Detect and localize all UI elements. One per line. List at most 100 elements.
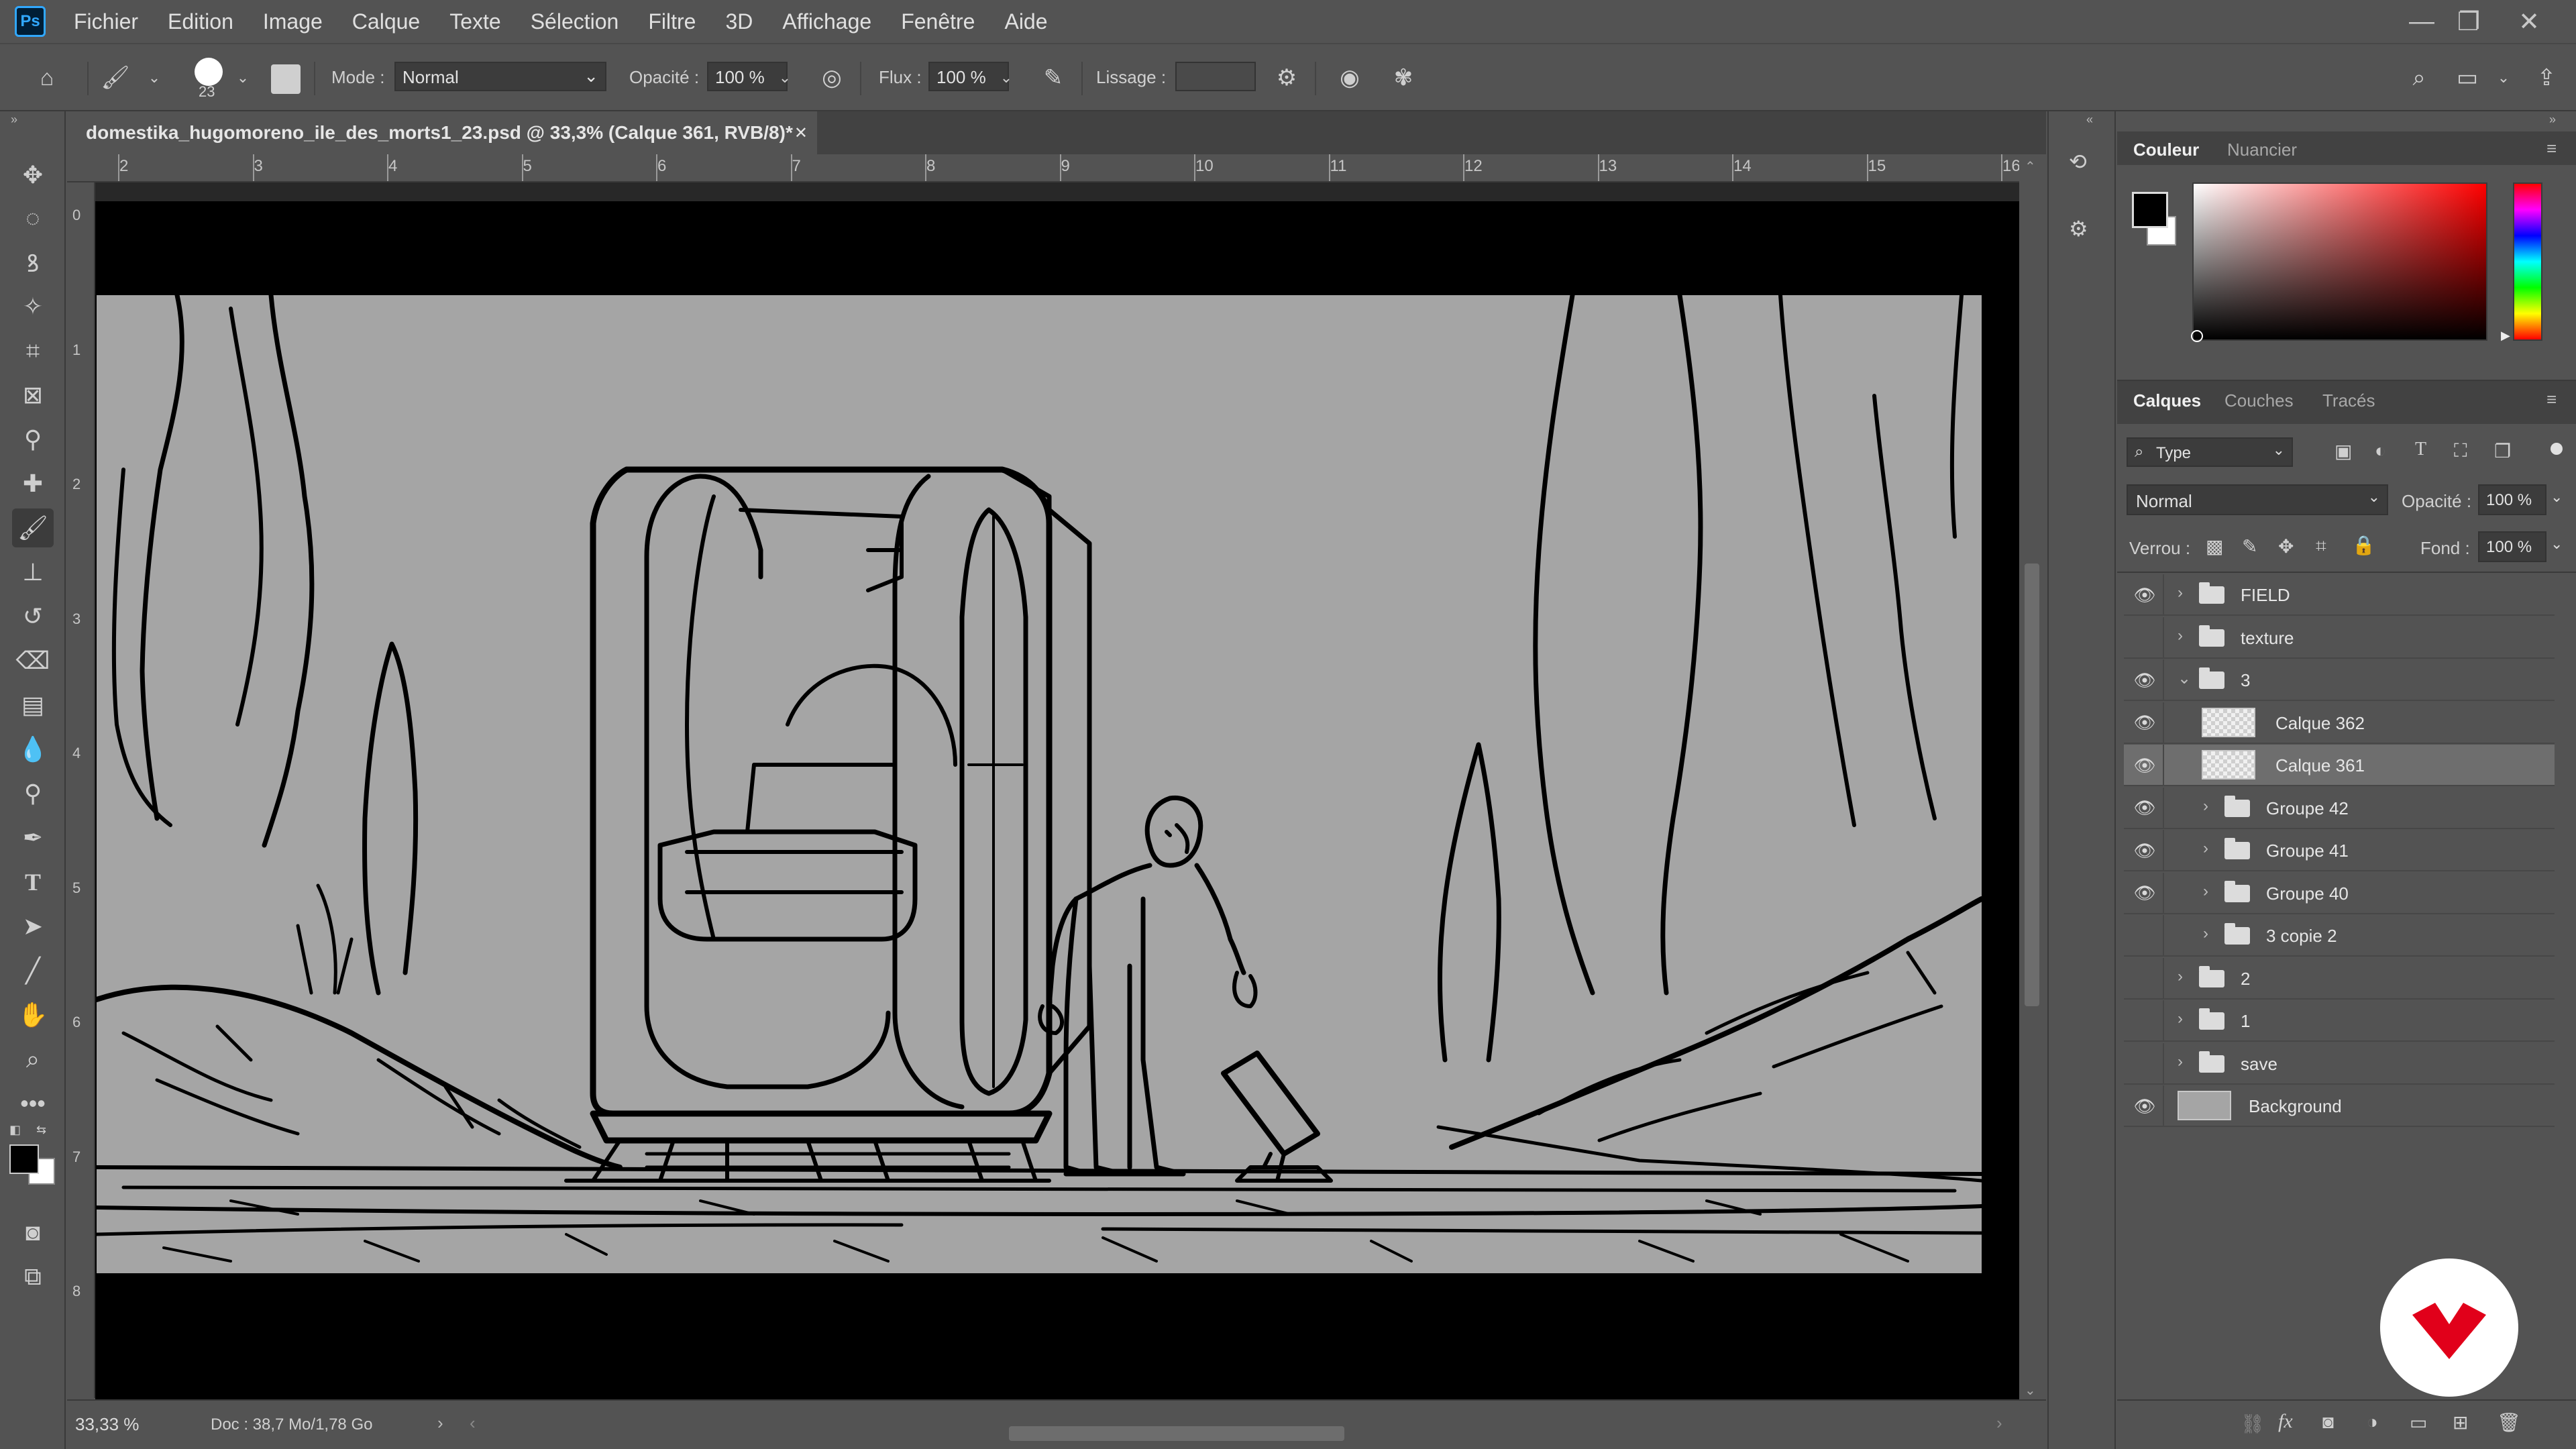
menu-selection[interactable]: Sélection xyxy=(531,9,619,34)
eye-icon[interactable]: 👁 xyxy=(2133,584,2156,606)
panel-menu-icon[interactable]: ≡ xyxy=(2546,138,2557,159)
clone-stamp-tool-icon[interactable]: ⊥ xyxy=(12,553,54,592)
filter-smart-object-icon[interactable]: ❐ xyxy=(2494,440,2511,462)
eye-icon[interactable]: 👁 xyxy=(2133,1095,2156,1118)
menu-image[interactable]: Image xyxy=(263,9,323,34)
pressure-size-icon[interactable]: ◉ xyxy=(1332,60,1367,95)
status-menu-arrow-icon[interactable]: › xyxy=(437,1413,443,1434)
hidden-eye-placeholder[interactable] xyxy=(2133,1010,2156,1032)
fx-icon[interactable]: fx xyxy=(2278,1410,2293,1433)
blend-mode-select[interactable]: Normal ⌄ xyxy=(2127,484,2388,515)
layer-row[interactable]: 👁 › FIELD xyxy=(2124,574,2555,616)
chevron-down-icon[interactable]: ⌄ xyxy=(771,60,798,95)
chevron-right-icon[interactable]: › xyxy=(2203,924,2208,943)
layer-row[interactable]: 👁 › Groupe 40 xyxy=(2124,872,2555,914)
add-mask-icon[interactable]: ◙ xyxy=(2322,1411,2334,1433)
eraser-tool-icon[interactable]: ⌫ xyxy=(12,641,54,680)
scroll-right-arrow-icon[interactable]: › xyxy=(1996,1413,2002,1434)
menu-aide[interactable]: Aide xyxy=(1004,9,1047,34)
chevron-down-icon[interactable]: ⌄ xyxy=(993,60,1020,95)
scroll-left-arrow-icon[interactable]: ‹ xyxy=(470,1413,476,1434)
dodge-tool-icon[interactable]: ⚲ xyxy=(12,774,54,813)
tab-traces[interactable]: Tracés xyxy=(2322,390,2375,411)
close-tab-icon[interactable]: ✕ xyxy=(794,123,808,143)
chevron-right-icon[interactable]: › xyxy=(2203,882,2208,901)
chevron-down-icon[interactable]: ⌄ xyxy=(2551,488,2563,506)
type-tool-icon[interactable]: T xyxy=(12,863,54,902)
layer-filter-select[interactable]: ⌕ Type ⌄ xyxy=(2127,437,2293,467)
menu-3d[interactable]: 3D xyxy=(725,9,753,34)
eye-icon[interactable]: 👁 xyxy=(2133,669,2156,692)
healing-brush-tool-icon[interactable]: ✚ xyxy=(12,464,54,503)
menu-filtre[interactable]: Filtre xyxy=(648,9,696,34)
tab-nuancier[interactable]: Nuancier xyxy=(2227,140,2297,160)
panel-menu-icon[interactable]: ≡ xyxy=(2546,389,2557,410)
layer-row[interactable]: › 3 copie 2 xyxy=(2124,915,2555,957)
menu-fichier[interactable]: Fichier xyxy=(74,9,138,34)
filter-type-icon[interactable]: T xyxy=(2415,439,2426,460)
menu-calque[interactable]: Calque xyxy=(352,9,420,34)
zoom-tool-icon[interactable]: ⌕ xyxy=(12,1040,54,1079)
crop-tool-icon[interactable]: ⌗ xyxy=(12,331,54,370)
gear-icon[interactable]: ⚙ xyxy=(1269,60,1304,95)
hidden-eye-placeholder[interactable] xyxy=(2133,967,2156,990)
trash-icon[interactable]: 🗑 xyxy=(2497,1411,2521,1434)
symmetry-butterfly-icon[interactable]: ✾ xyxy=(1386,60,1421,95)
search-icon[interactable]: ⌕ xyxy=(2402,60,2436,95)
marquee-tool-icon[interactable]: ◌ xyxy=(12,199,54,237)
lock-all-icon[interactable]: 🔒 xyxy=(2352,534,2375,556)
share-icon[interactable]: ⇪ xyxy=(2529,60,2564,95)
magic-wand-tool-icon[interactable]: ✧ xyxy=(12,287,54,326)
eyedropper-tool-icon[interactable]: ⚲ xyxy=(12,420,54,459)
smoothing-input[interactable] xyxy=(1175,62,1256,91)
menu-texte[interactable]: Texte xyxy=(449,9,500,34)
line-tool-icon[interactable]: ╱ xyxy=(12,951,54,990)
lock-image-pixels-icon[interactable]: ✎ xyxy=(2242,535,2257,557)
color-field[interactable] xyxy=(2192,182,2487,341)
brush-tool-preset-icon[interactable]: 🖌 xyxy=(98,60,133,95)
chevron-right-icon[interactable]: › xyxy=(2178,627,2183,645)
adjustment-layer-icon[interactable]: ◑ xyxy=(2367,1411,2378,1433)
layer-row[interactable]: 👁 Calque 361 xyxy=(2124,745,2555,786)
airbrush-icon[interactable]: ✎ xyxy=(1036,60,1071,95)
link-layers-icon[interactable]: ⛓ xyxy=(2241,1413,2265,1435)
brush-settings-icon[interactable] xyxy=(271,64,301,94)
mode-select[interactable]: Normal ⌄ xyxy=(394,62,606,91)
filter-shape-icon[interactable]: ⛶ xyxy=(2454,440,2467,462)
layer-row[interactable]: › 2 xyxy=(2124,957,2555,1000)
eye-icon[interactable]: 👁 xyxy=(2133,882,2156,905)
gradient-tool-icon[interactable]: ▤ xyxy=(12,686,54,724)
scroll-down-arrow-icon[interactable]: ⌄ xyxy=(2025,1382,2036,1399)
fill-input[interactable]: 100 % xyxy=(2478,531,2546,562)
menu-affichage[interactable]: Affichage xyxy=(782,9,871,34)
color-picker-cursor[interactable] xyxy=(2191,330,2203,342)
layer-opacity-input[interactable]: 100 % xyxy=(2478,484,2546,515)
eye-icon[interactable]: 👁 xyxy=(2133,712,2156,735)
home-icon[interactable]: ⌂ xyxy=(30,60,64,95)
workspace-icon[interactable]: ▭ xyxy=(2450,60,2485,95)
history-panel-icon[interactable]: ⟲ xyxy=(2069,149,2096,176)
collapse-dock-icon[interactable]: « xyxy=(2086,113,2093,127)
quick-mask-icon[interactable]: ◙ xyxy=(12,1213,54,1252)
move-tool-icon[interactable]: ✥ xyxy=(12,156,54,195)
default-colors-icon[interactable]: ◧ xyxy=(9,1123,25,1139)
hue-slider-handle[interactable]: ▶ xyxy=(2501,329,2510,343)
sketch-artwork[interactable] xyxy=(94,292,1984,1273)
chevron-down-icon[interactable]: ⌄ xyxy=(2178,669,2191,688)
chevron-down-icon[interactable]: ⌄ xyxy=(2490,60,2517,95)
chevron-right-icon[interactable]: › xyxy=(2178,1010,2183,1028)
brush-size-preview[interactable] xyxy=(195,58,223,86)
properties-panel-icon[interactable]: ⚙ xyxy=(2069,216,2096,243)
lasso-tool-icon[interactable]: ꝸ xyxy=(12,243,54,282)
screen-mode-icon[interactable]: ⧉ xyxy=(12,1257,54,1296)
horizontal-scrollbar-thumb[interactable] xyxy=(1009,1426,1344,1441)
chevron-down-icon[interactable]: ⌄ xyxy=(141,60,168,95)
menu-fenetre[interactable]: Fenêtre xyxy=(901,9,975,34)
brush-tool-icon[interactable]: 🖌 xyxy=(12,508,54,547)
layer-row[interactable]: 👁 Background xyxy=(2124,1085,2555,1127)
layer-row[interactable]: › texture xyxy=(2124,616,2555,659)
layer-row[interactable]: › 1 xyxy=(2124,1000,2555,1042)
chevron-right-icon[interactable]: › xyxy=(2203,797,2208,816)
lock-position-icon[interactable]: ✥ xyxy=(2278,535,2294,557)
close-button[interactable]: ✕ xyxy=(2502,0,2556,43)
